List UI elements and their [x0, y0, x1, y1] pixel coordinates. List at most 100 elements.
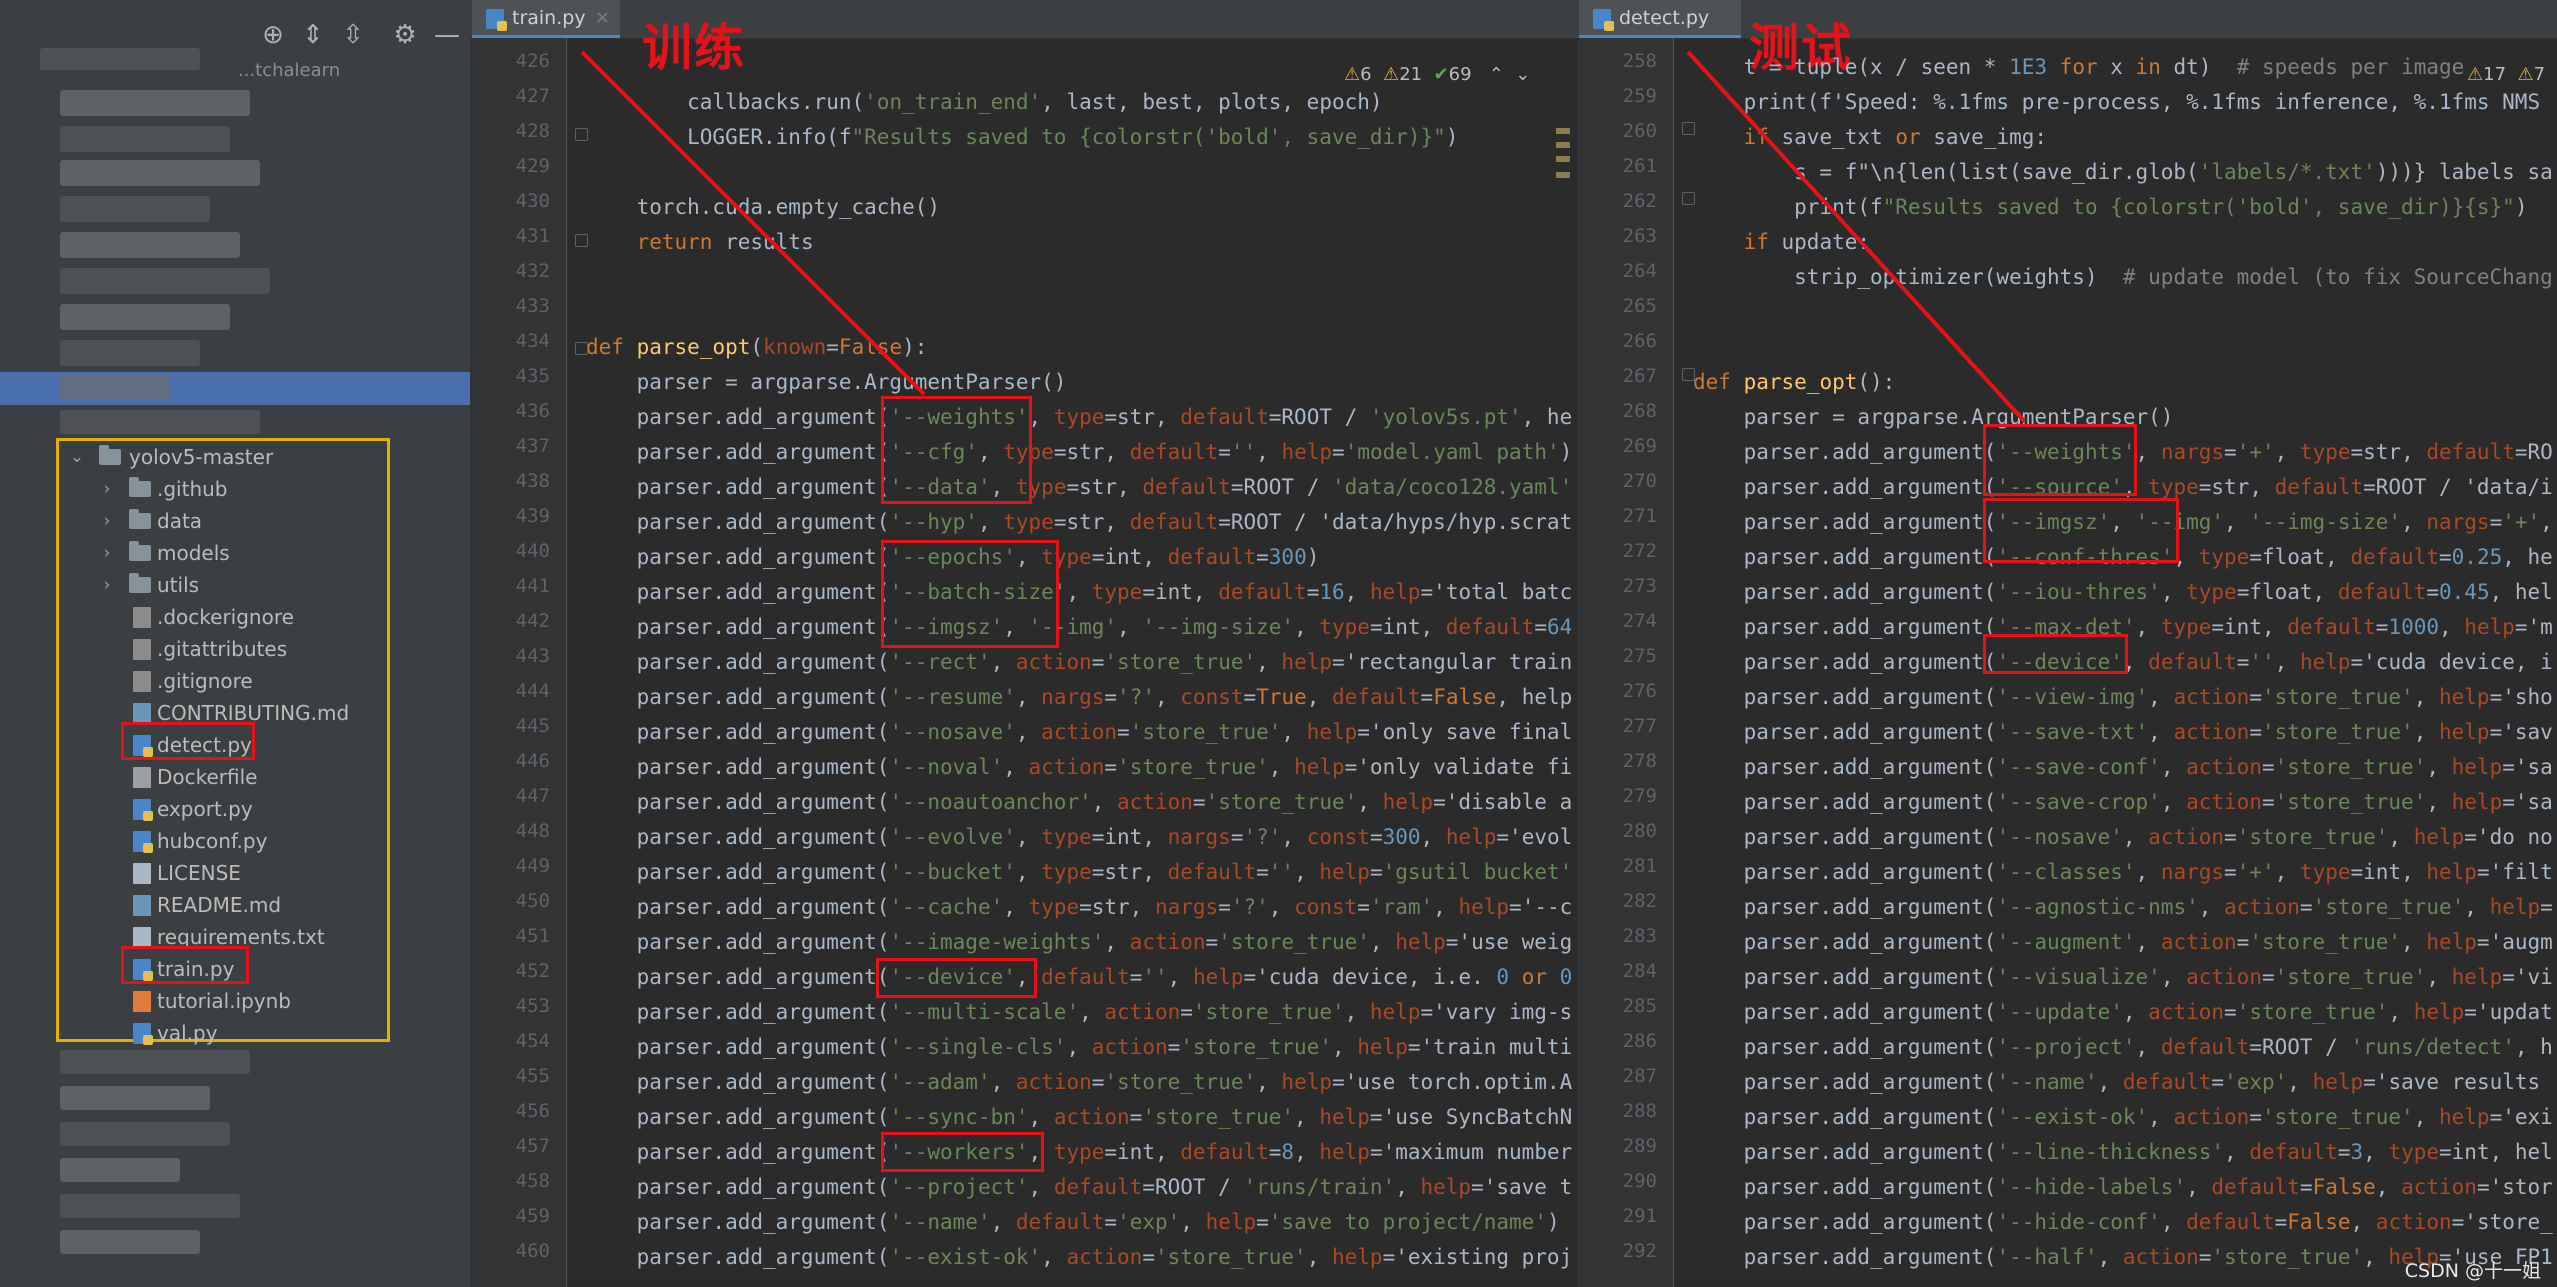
collapse-all-icon[interactable]: ⇳ [338, 20, 368, 50]
line-number: 454 [515, 1030, 550, 1052]
code-line[interactable]: parser.add_argument('--save-conf', actio… [1693, 750, 2553, 785]
blurred-row [60, 1158, 180, 1182]
code-line[interactable]: parser.add_argument('--image-weights', a… [586, 925, 1573, 960]
chevron-right-icon[interactable]: › [97, 473, 117, 505]
gear-icon[interactable]: ⚙ [390, 20, 420, 50]
tab-detect-py[interactable]: detect.py [1579, 0, 1741, 38]
code-line[interactable]: parser.add_argument('--agnostic-nms', ac… [1693, 890, 2553, 925]
line-number: 267 [1622, 365, 1657, 387]
line-number: 280 [1622, 820, 1657, 842]
chevron-right-icon[interactable]: › [97, 505, 117, 537]
check-icon: ✔ [1433, 64, 1449, 85]
code-line[interactable]: parser.add_argument('--resume', nargs='?… [586, 680, 1573, 715]
code-line[interactable]: parser.add_argument('--device', default=… [586, 960, 1573, 995]
python-file-icon [133, 1023, 153, 1045]
line-number: 449 [515, 855, 550, 877]
code-line[interactable]: parser.add_argument('--project', default… [586, 1170, 1573, 1205]
code-line[interactable]: parser.add_argument('--hide-conf', defau… [1693, 1205, 2553, 1240]
code-line[interactable]: parser.add_argument('--exist-ok', action… [1693, 1100, 2553, 1135]
code-line[interactable]: parser.add_argument('--update', action='… [1693, 995, 2553, 1030]
train-file-highlight [121, 946, 249, 984]
blurred-row [60, 232, 240, 258]
tab-train-py[interactable]: train.py × [472, 0, 620, 38]
code-line[interactable]: parser.add_argument('--hide-labels', def… [1693, 1170, 2553, 1205]
code-line[interactable]: parser.add_argument('--multi-scale', act… [586, 995, 1573, 1030]
line-number: 458 [515, 1170, 550, 1192]
line-number: 441 [515, 575, 550, 597]
code-line[interactable]: parser.add_argument('--save-crop', actio… [1693, 785, 2553, 820]
line-number: 434 [515, 330, 550, 352]
code-line[interactable]: parser.add_argument('--nosave', action='… [586, 715, 1573, 750]
folder-icon [99, 445, 121, 465]
locate-icon[interactable]: ⊕ [258, 20, 288, 50]
code-line[interactable]: parser.add_argument('--augment', action=… [1693, 925, 2553, 960]
code-line[interactable]: print(f'Speed: %.1fms pre-process, %.1fm… [1693, 85, 2541, 120]
fold-marker-icon[interactable] [1682, 368, 1695, 381]
annotation-train-label: 训练 [642, 19, 746, 77]
code-line[interactable]: t = tuple(x / seen * 1E3 for x in dt) # … [1693, 50, 2465, 85]
code-line[interactable]: parser.add_argument('--name', default='e… [586, 1205, 1560, 1240]
line-number: 276 [1622, 680, 1657, 702]
fold-marker-icon[interactable] [575, 128, 588, 141]
chevron-right-icon[interactable]: › [97, 569, 117, 601]
code-line[interactable]: parser.add_argument('--workers', type=in… [586, 1135, 1573, 1170]
code-line[interactable]: parser.add_argument('--imgsz', '--img', … [586, 610, 1573, 645]
inspection-widget[interactable]: ⚠17 ⚠7 [2467, 64, 2545, 85]
next-highlight-icon[interactable]: ⌄ [1515, 64, 1530, 85]
code-line[interactable]: parser.add_argument('--line-thickness', … [1693, 1135, 2553, 1170]
fold-marker-icon[interactable] [575, 234, 588, 247]
code-line[interactable]: parser.add_argument('--noautoanchor', ac… [586, 785, 1573, 820]
code-line[interactable]: parser.add_argument('--single-cls', acti… [586, 1030, 1573, 1065]
code-line[interactable]: parser.add_argument('--cfg', type=str, d… [586, 435, 1573, 470]
code-line[interactable]: strip_optimizer(weights) # update model … [1693, 260, 2553, 295]
code-line[interactable]: torch.cuda.empty_cache() [586, 190, 940, 225]
code-line[interactable]: parser.add_argument('--cache', type=str,… [586, 890, 1573, 925]
tab-bar: detect.py [1577, 0, 2557, 39]
code-line[interactable]: parser.add_argument('--name', default='e… [1693, 1065, 2541, 1100]
python-file-icon [1593, 9, 1614, 31]
folder-icon [129, 573, 151, 593]
code-line[interactable]: parser.add_argument('--view-img', action… [1693, 680, 2553, 715]
code-line[interactable]: parser.add_argument('--noval', action='s… [586, 750, 1573, 785]
code-line[interactable]: parser.add_argument('--project', default… [1693, 1030, 2553, 1065]
code-line[interactable]: parser.add_argument('--hyp', type=str, d… [586, 505, 1573, 540]
previous-highlight-icon[interactable]: ⌃ [1489, 64, 1504, 85]
code-line[interactable]: return results [586, 225, 814, 260]
fold-marker-icon[interactable] [1682, 192, 1695, 205]
code-line[interactable]: parser.add_argument('--rect', action='st… [586, 645, 1573, 680]
fold-marker-icon[interactable] [1682, 122, 1695, 135]
code-line[interactable]: parser.add_argument('--bucket', type=str… [586, 855, 1573, 890]
line-number: 438 [515, 470, 550, 492]
chevron-down-icon[interactable]: ⌄ [67, 441, 87, 473]
inspection-widget[interactable]: ⚠6 ⚠21 ✔69 ⌃ ⌄ [1344, 64, 1530, 85]
line-number: 435 [515, 365, 550, 387]
line-number: 428 [515, 120, 550, 142]
code-line[interactable]: parser.add_argument('--weights', type=st… [586, 400, 1573, 435]
code-line[interactable]: parser.add_argument('--batch-size', type… [586, 575, 1573, 610]
blurred-row [60, 90, 250, 116]
code-line[interactable]: if update: [1693, 225, 1870, 260]
code-line[interactable]: parser = argparse.ArgumentParser() [586, 365, 1067, 400]
expand-all-icon[interactable]: ⇕ [298, 20, 328, 50]
code-line[interactable]: callbacks.run('on_train_end', last, best… [586, 85, 1382, 120]
chevron-right-icon[interactable]: › [97, 537, 117, 569]
close-icon[interactable]: × [595, 0, 610, 36]
code-line[interactable]: parser.add_argument('--classes', nargs='… [1693, 855, 2553, 890]
minimize-icon[interactable]: — [432, 20, 462, 50]
code-line[interactable]: parser.add_argument('--sync-bn', action=… [586, 1100, 1573, 1135]
code-line[interactable]: parser.add_argument('--adam', action='st… [586, 1065, 1573, 1100]
code-line[interactable]: parser.add_argument('--data', type=str, … [586, 470, 1573, 505]
code-line[interactable]: parser.add_argument('--save-txt', action… [1693, 715, 2553, 750]
line-number: 273 [1622, 575, 1657, 597]
code-line[interactable]: if save_txt or save_img: [1693, 120, 2047, 155]
code-line[interactable]: parser.add_argument('--visualize', actio… [1693, 960, 2553, 995]
code-line[interactable]: s = f"\n{len(list(save_dir.glob('labels/… [1693, 155, 2553, 190]
code-line[interactable]: parser.add_argument('--exist-ok', action… [586, 1240, 1573, 1275]
code-line[interactable]: parser.add_argument('--iou-thres', type=… [1693, 575, 2553, 610]
code-line[interactable]: parser.add_argument('--evolve', type=int… [586, 820, 1573, 855]
code-line[interactable]: parser.add_argument('--nosave', action='… [1693, 820, 2553, 855]
python-file-icon [133, 799, 153, 821]
code-line[interactable]: def parse_opt(): [1693, 365, 1895, 400]
code-line[interactable]: LOGGER.info(f"Results saved to {colorstr… [586, 120, 1458, 155]
fold-marker-icon[interactable] [575, 342, 588, 355]
